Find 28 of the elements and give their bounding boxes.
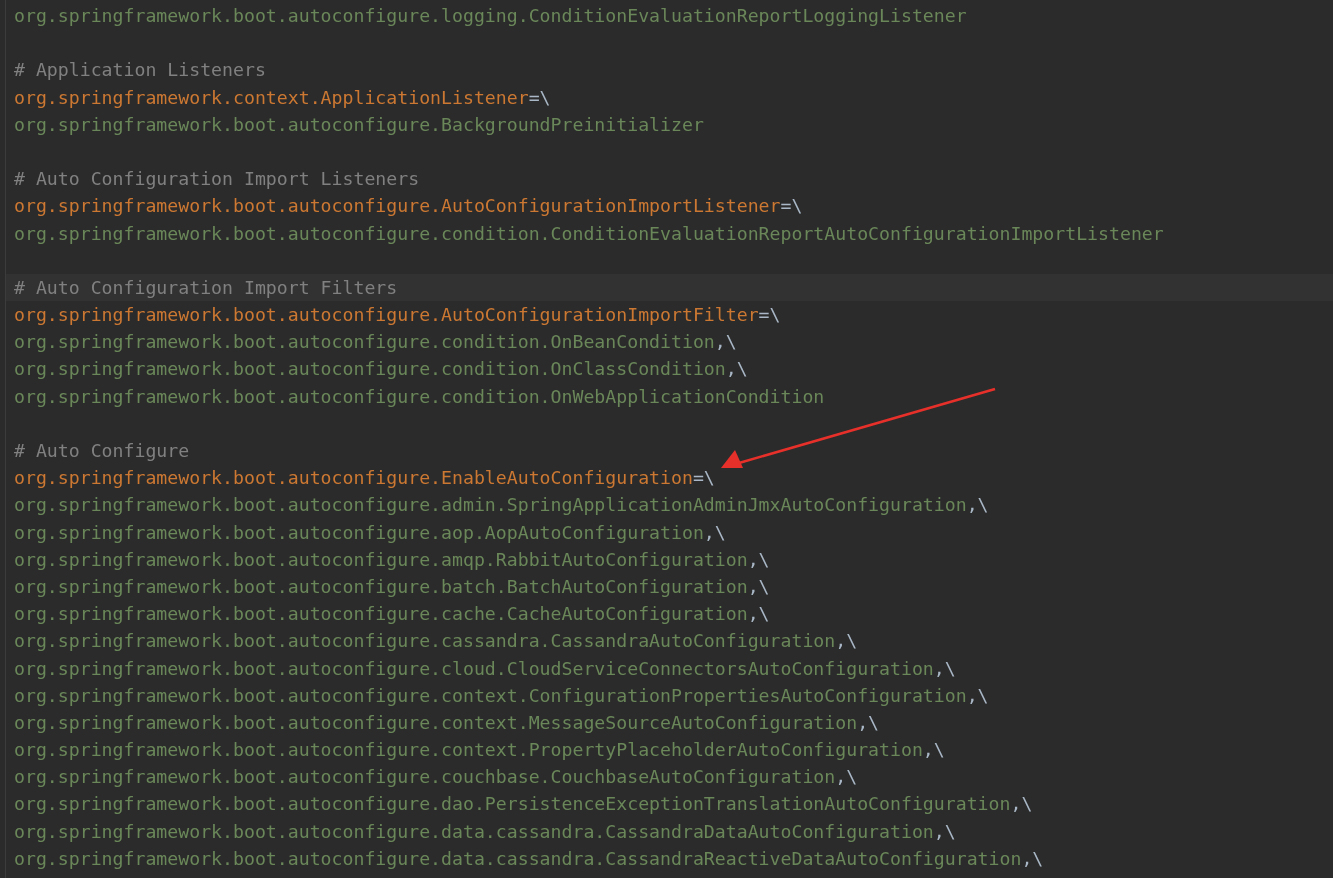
code-line: org.springframework.boot.autoconfigure.batch.BatchAutoConfiguration,\ [14,575,770,597]
code-line: org.springframework.boot.autoconfigure.aop.AopAutoConfiguration,\ [14,521,726,543]
code-line: org.springframework.boot.autoconfigure.BackgroundPreinitializer [14,113,704,135]
code-line: org.springframework.boot.autoconfigure.condition.ConditionEvaluationReportAutoConfigurationImportListener [14,222,1164,244]
code-line: org.springframework.boot.autoconfigure.cassandra.CassandraAutoConfiguration,\ [14,630,858,652]
code-line: org.springframework.boot.autoconfigure.data.cassandra.CassandraReactiveDataAutoConfiguration,\ [14,847,1044,869]
code-line: org.springframework.boot.autoconfigure.dao.PersistenceExceptionTranslationAutoConfiguration,\ [14,793,1033,815]
code-line: org.springframework.boot.autoconfigure.AutoConfigurationImportFilter=\ [14,304,781,326]
code-line: org.springframework.boot.autoconfigure.condition.OnClassCondition,\ [14,358,748,380]
code-line: org.springframework.boot.autoconfigure.context.MessageSourceAutoConfiguration,\ [14,711,880,733]
code-line: org.springframework.boot.autoconfigure.cloud.CloudServiceConnectorsAutoConfiguration,\ [14,657,956,679]
code-line: org.springframework.boot.autoconfigure.AutoConfigurationImportListener=\ [14,195,803,217]
code-line: org.springframework.boot.autoconfigure.logging.ConditionEvaluationReportLoggingListener [14,5,967,26]
code-line: org.springframework.boot.autoconfigure.context.PropertyPlaceholderAutoConfiguration,\ [14,739,945,761]
code-line: org.springframework.boot.autoconfigure.amqp.RabbitAutoConfiguration,\ [14,548,770,570]
code-line: org.springframework.boot.autoconfigure.admin.SpringApplicationAdminJmxAutoConfiguration,\ [14,494,989,516]
code-line: # Auto Configuration Import Listeners [14,168,420,190]
code-line: # Auto Configuration Import Filters [14,276,398,298]
code-line: org.springframework.boot.autoconfigure.condition.OnWebApplicationCondition [14,385,825,407]
code-line: org.springframework.boot.autoconfigure.context.ConfigurationPropertiesAutoConfiguration,\ [14,684,989,706]
code-line: org.springframework.context.ApplicationListener=\ [14,86,551,108]
code-line: org.springframework.boot.autoconfigure.EnableAutoConfiguration=\ [14,467,715,489]
code-line: org.springframework.boot.autoconfigure.condition.OnBeanCondition,\ [14,331,737,353]
code-line: org.springframework.boot.autoconfigure.cache.CacheAutoConfiguration,\ [14,603,770,625]
code-line: org.springframework.boot.autoconfigure.couchbase.CouchbaseAutoConfiguration,\ [14,766,858,788]
code-line: # Auto Configure [14,440,190,461]
code-line: org.springframework.boot.autoconfigure.data.cassandra.CassandraDataAutoConfiguration,\ [14,820,956,842]
code-line: # Application Listeners [14,59,266,81]
